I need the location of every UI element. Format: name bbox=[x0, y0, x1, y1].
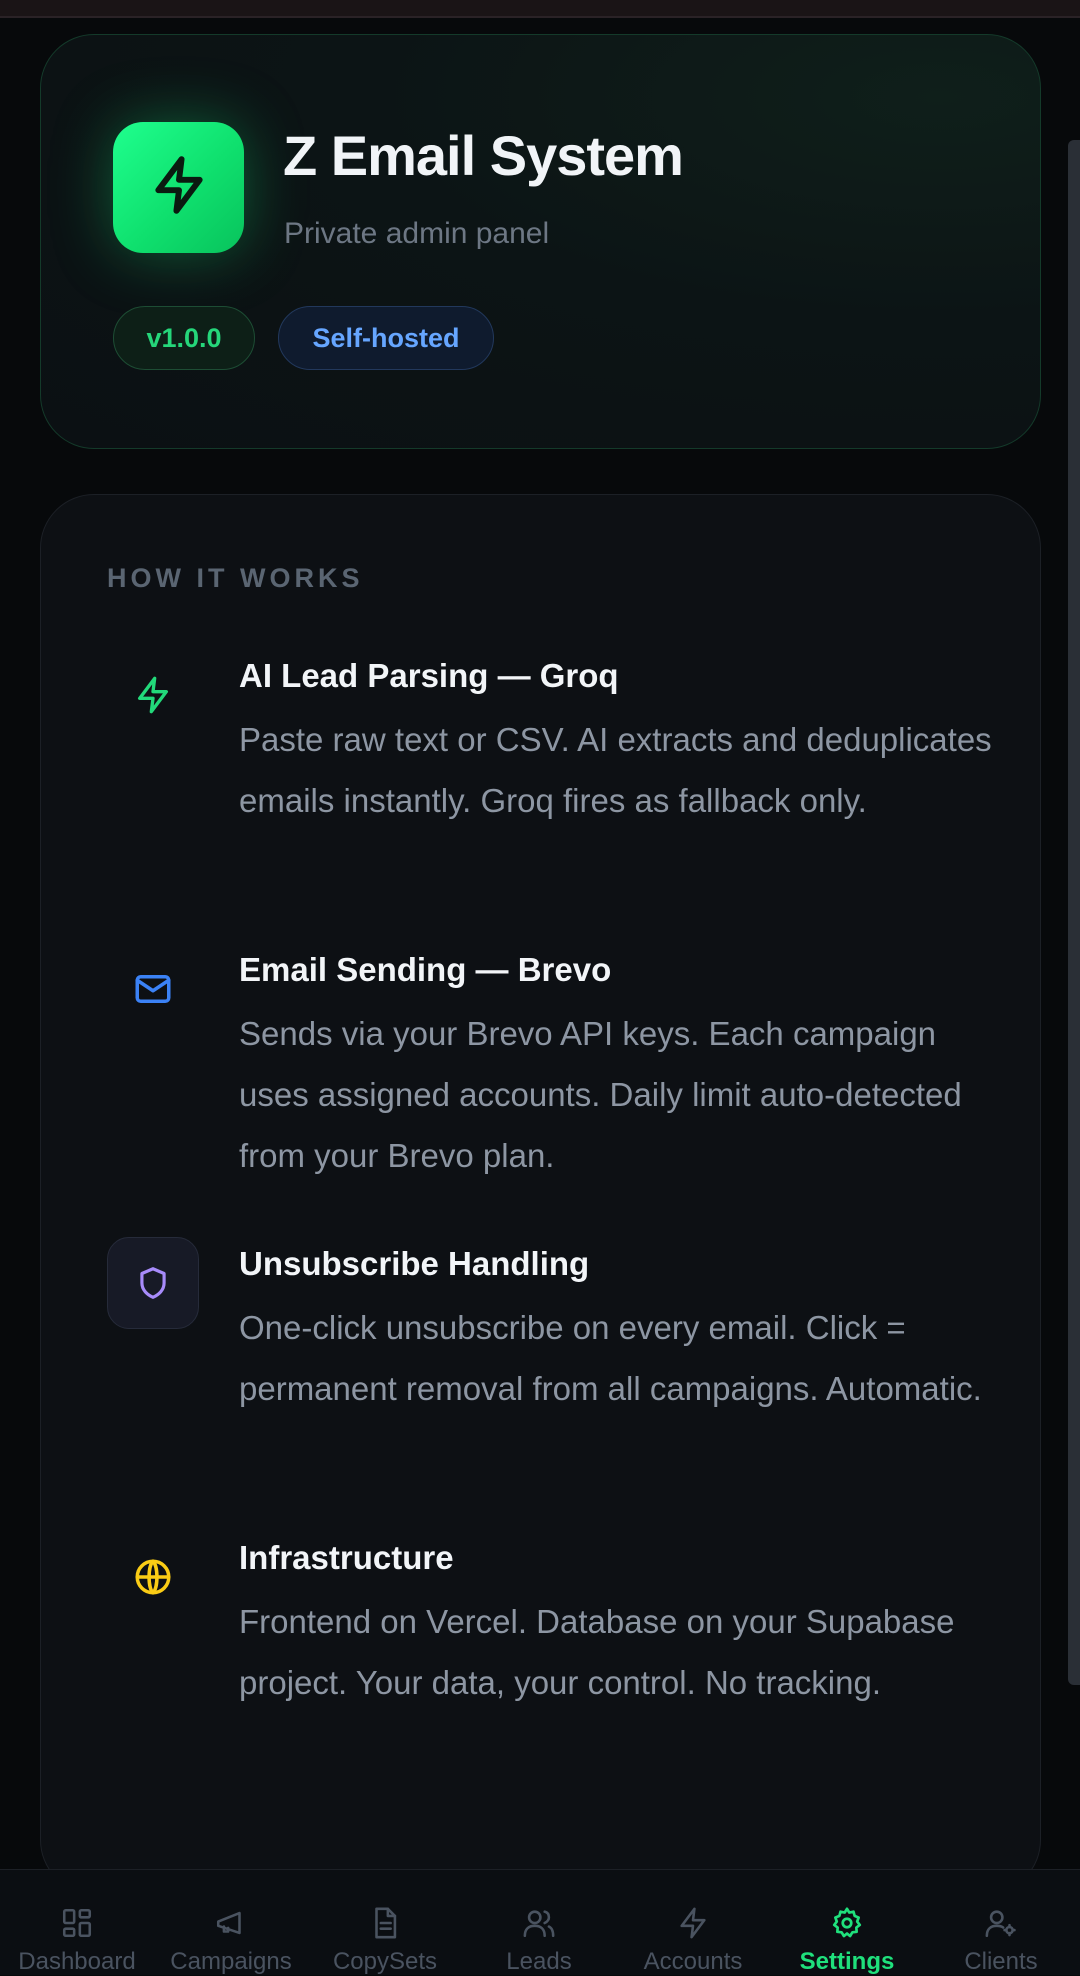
nav-label: Dashboard bbox=[18, 1948, 136, 1975]
bolt-icon bbox=[107, 649, 199, 741]
nav-label: CopySets bbox=[332, 1948, 438, 1975]
feature-title: Unsubscribe Handling bbox=[239, 1245, 590, 1282]
document-icon bbox=[375, 1907, 397, 1939]
nav-item-clients[interactable]: Clients bbox=[924, 1870, 1078, 1976]
feature-description: Sends via your Brevo API keys. Each camp… bbox=[239, 1015, 962, 1174]
shield-icon bbox=[107, 1237, 199, 1329]
app-subtitle: Private admin panel bbox=[284, 217, 550, 250]
nav-item-accounts[interactable]: Accounts bbox=[616, 1870, 770, 1976]
section-heading: HOW IT WORKS bbox=[107, 563, 364, 593]
nav-label: Clients bbox=[964, 1948, 1038, 1975]
feature-description: Paste raw text or CSV. AI extracts and d… bbox=[239, 721, 992, 819]
app-title: Z Email System bbox=[283, 124, 684, 187]
user-gear-icon bbox=[985, 1910, 1016, 1938]
globe-icon bbox=[107, 1531, 199, 1623]
feature-description: One-click unsubscribe on every email. Cl… bbox=[239, 1309, 982, 1407]
app-info-card: Z Email System Private admin panel v1.0.… bbox=[40, 34, 1041, 449]
gear-icon bbox=[832, 1907, 862, 1938]
feature-description: Frontend on Vercel. Database on your Sup… bbox=[239, 1603, 955, 1701]
feature-title: AI Lead Parsing — Groq bbox=[239, 657, 619, 694]
version-badge: v1.0.0 bbox=[113, 306, 255, 370]
scrollbar[interactable] bbox=[1068, 140, 1080, 1685]
bolt-icon bbox=[680, 1907, 706, 1939]
feature-title: Email Sending — Brevo bbox=[239, 951, 612, 988]
app-logo bbox=[113, 122, 244, 253]
bottom-nav: Dashboard Campaigns CopySets Leads Accou… bbox=[0, 1869, 1080, 1975]
nav-item-copysets[interactable]: CopySets bbox=[308, 1870, 462, 1976]
hosting-badge: Self-hosted bbox=[278, 306, 494, 370]
feature-title: Infrastructure bbox=[239, 1539, 454, 1576]
nav-item-campaigns[interactable]: Campaigns bbox=[154, 1870, 308, 1976]
nav-item-leads[interactable]: Leads bbox=[462, 1870, 616, 1976]
megaphone-icon bbox=[216, 1911, 241, 1935]
nav-label: Campaigns bbox=[170, 1948, 292, 1975]
nav-label: Settings bbox=[799, 1948, 895, 1975]
nav-label: Leads bbox=[506, 1948, 572, 1975]
nav-label: Accounts bbox=[643, 1948, 743, 1975]
nav-item-settings[interactable]: Settings bbox=[770, 1870, 924, 1976]
dashboard-icon bbox=[62, 1908, 92, 1938]
how-it-works-card: HOW IT WORKS AI Lead Parsing — Groq Past… bbox=[40, 494, 1041, 1894]
nav-item-dashboard[interactable]: Dashboard bbox=[0, 1870, 154, 1976]
status-bar bbox=[0, 0, 1080, 18]
bolt-icon bbox=[148, 154, 210, 221]
mail-icon bbox=[107, 943, 199, 1035]
users-icon bbox=[523, 1910, 555, 1938]
